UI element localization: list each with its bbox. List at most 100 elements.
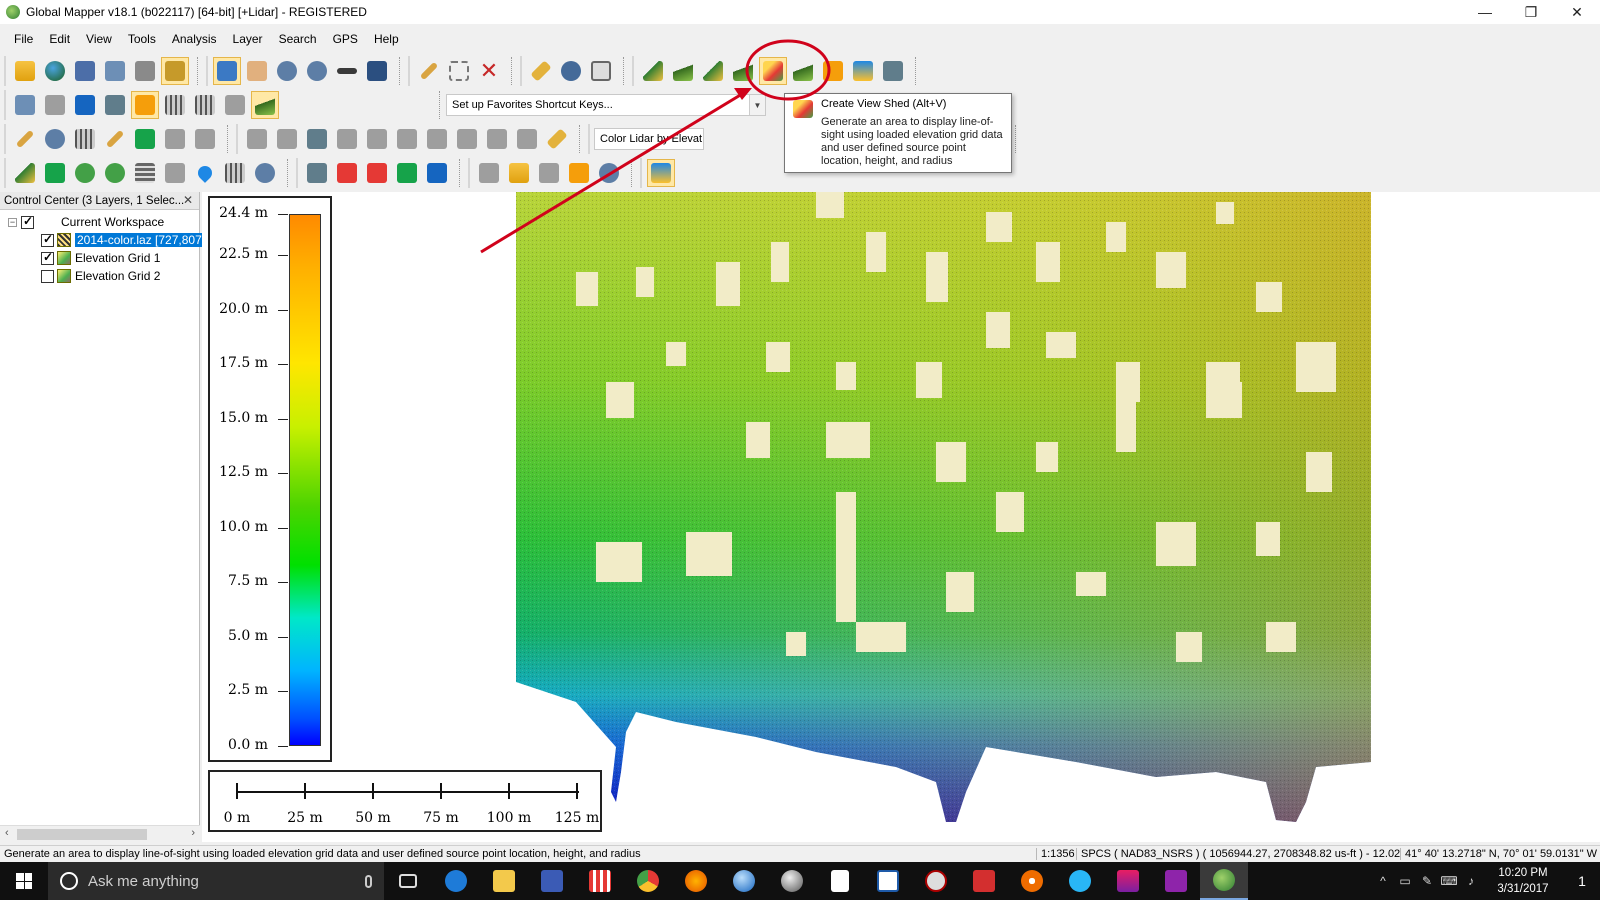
lidar-classify-button[interactable]	[191, 91, 219, 119]
gps-track-button[interactable]	[535, 159, 563, 187]
layer-item[interactable]: 2014-color.laz [727,807	[41, 231, 204, 249]
export-area-button[interactable]	[363, 159, 391, 187]
green-box-button[interactable]	[393, 159, 421, 187]
combine-terrain-button[interactable]	[849, 57, 877, 85]
zoom-tool-button[interactable]	[213, 57, 241, 85]
split-line-button[interactable]	[393, 125, 421, 153]
crop-button[interactable]	[513, 125, 541, 153]
layer-checkbox[interactable]	[41, 269, 54, 283]
collapse-icon[interactable]: −	[8, 217, 17, 227]
menu-file[interactable]: File	[6, 32, 41, 46]
clock-button[interactable]	[595, 159, 623, 187]
previous-view-button[interactable]	[333, 57, 361, 85]
create-feature-button[interactable]	[101, 125, 129, 153]
volume-icon[interactable]: ♪	[1460, 874, 1482, 888]
calculator-taskbar-button[interactable]	[576, 862, 624, 900]
layer-item[interactable]: Elevation Grid 2	[41, 267, 160, 285]
map-layout-button[interactable]	[11, 91, 39, 119]
pen-icon[interactable]: ✎	[1416, 874, 1438, 888]
pan-tool-button[interactable]	[243, 57, 271, 85]
measure-button[interactable]	[527, 57, 555, 85]
chevron-down-icon[interactable]: ▼	[749, 95, 765, 115]
menu-tools[interactable]: Tools	[120, 32, 164, 46]
print-window-button[interactable]	[101, 57, 129, 85]
scroll-left-icon[interactable]: ‹	[5, 827, 9, 839]
measure-tool-button[interactable]	[543, 125, 571, 153]
horizontal-scrollbar[interactable]: ‹ ›	[0, 825, 200, 842]
extract-noise-button[interactable]	[221, 159, 249, 187]
save-workspace-button[interactable]	[71, 57, 99, 85]
zoom-out-button[interactable]	[303, 57, 331, 85]
workspace-checkbox[interactable]	[21, 214, 34, 229]
lasso-button[interactable]	[453, 125, 481, 153]
task-view-button[interactable]	[384, 862, 432, 900]
open-online-data-button[interactable]	[41, 57, 69, 85]
edge-taskbar-button[interactable]	[432, 862, 480, 900]
extract-buildings-button[interactable]	[131, 159, 159, 187]
contour-button[interactable]	[699, 57, 727, 85]
menu-edit[interactable]: Edit	[41, 32, 78, 46]
scale-button[interactable]	[273, 125, 301, 153]
cut-button[interactable]	[423, 125, 451, 153]
print-button[interactable]	[303, 159, 331, 187]
chevron-up-icon[interactable]: ^	[1372, 874, 1394, 888]
terrain-analysis-button[interactable]	[789, 57, 817, 85]
vertex-remove-button[interactable]	[363, 125, 391, 153]
move-button[interactable]	[243, 125, 271, 153]
eye-taskbar-button[interactable]	[1008, 862, 1056, 900]
digitizer-button[interactable]	[415, 57, 443, 85]
pdf-taskbar-button[interactable]	[960, 862, 1008, 900]
cut-fill-button[interactable]	[819, 57, 847, 85]
global-mapper-taskbar-button[interactable]	[1200, 862, 1248, 900]
print-preview-button[interactable]	[333, 159, 361, 187]
globe-taskbar-button[interactable]	[720, 862, 768, 900]
paint-feature-button[interactable]	[131, 125, 159, 153]
menu-layer[interactable]: Layer	[225, 32, 271, 46]
remove-button[interactable]	[879, 57, 907, 85]
menu-help[interactable]: Help	[366, 32, 407, 46]
open-data-button[interactable]	[11, 57, 39, 85]
qt-taskbar-button[interactable]	[1152, 862, 1200, 900]
map-view[interactable]: 24.4 m 22.5 m 20.0 m 17.5 m 15.0 m 12.5 m 10.0…	[202, 192, 1600, 842]
sphere-taskbar-button[interactable]	[768, 862, 816, 900]
shader-button[interactable]	[131, 91, 159, 119]
measure-volume-button[interactable]	[669, 57, 697, 85]
close-button[interactable]: ✕	[1554, 0, 1600, 24]
app-taskbar-button[interactable]	[528, 862, 576, 900]
extract-ground-button[interactable]	[11, 159, 39, 187]
search-lidar-button[interactable]	[251, 159, 279, 187]
split-view-button[interactable]	[71, 91, 99, 119]
layer-checkbox[interactable]	[41, 232, 54, 247]
3d-view-button[interactable]	[101, 91, 129, 119]
watershed-button[interactable]	[729, 57, 757, 85]
select-rectangle-button[interactable]	[445, 57, 473, 85]
start-button[interactable]	[0, 862, 48, 900]
menu-search[interactable]: Search	[271, 32, 325, 46]
zoom-in-button[interactable]	[273, 57, 301, 85]
sun-button[interactable]	[565, 159, 593, 187]
scrollbar-thumb[interactable]	[17, 829, 147, 840]
store-taskbar-button[interactable]	[816, 862, 864, 900]
stack-taskbar-button[interactable]	[1104, 862, 1152, 900]
path-profile-button[interactable]	[587, 57, 615, 85]
reshape-button[interactable]	[191, 125, 219, 153]
clock-app-taskbar-button[interactable]	[912, 862, 960, 900]
extract-trees-button[interactable]	[101, 159, 129, 187]
link-button[interactable]	[475, 159, 503, 187]
explorer-taskbar-button[interactable]	[480, 862, 528, 900]
battery-icon[interactable]: ▭	[1394, 874, 1416, 888]
gps-button[interactable]	[41, 91, 69, 119]
extract-bushes-button[interactable]	[71, 159, 99, 187]
vertex-add-button[interactable]	[333, 125, 361, 153]
create-line-button[interactable]	[11, 125, 39, 153]
path-profile-tool-button[interactable]	[639, 57, 667, 85]
lidar-profile-button[interactable]	[161, 91, 189, 119]
minimize-button[interactable]: —	[1462, 0, 1508, 24]
create-grid-button[interactable]	[71, 125, 99, 153]
vertex-path-button[interactable]	[303, 125, 331, 153]
extract-vegetation-button[interactable]	[41, 159, 69, 187]
scroll-right-icon[interactable]: ›	[191, 827, 195, 839]
control-center-button[interactable]	[161, 57, 189, 85]
edit-vertex-button[interactable]	[161, 125, 189, 153]
full-view-button[interactable]	[363, 57, 391, 85]
